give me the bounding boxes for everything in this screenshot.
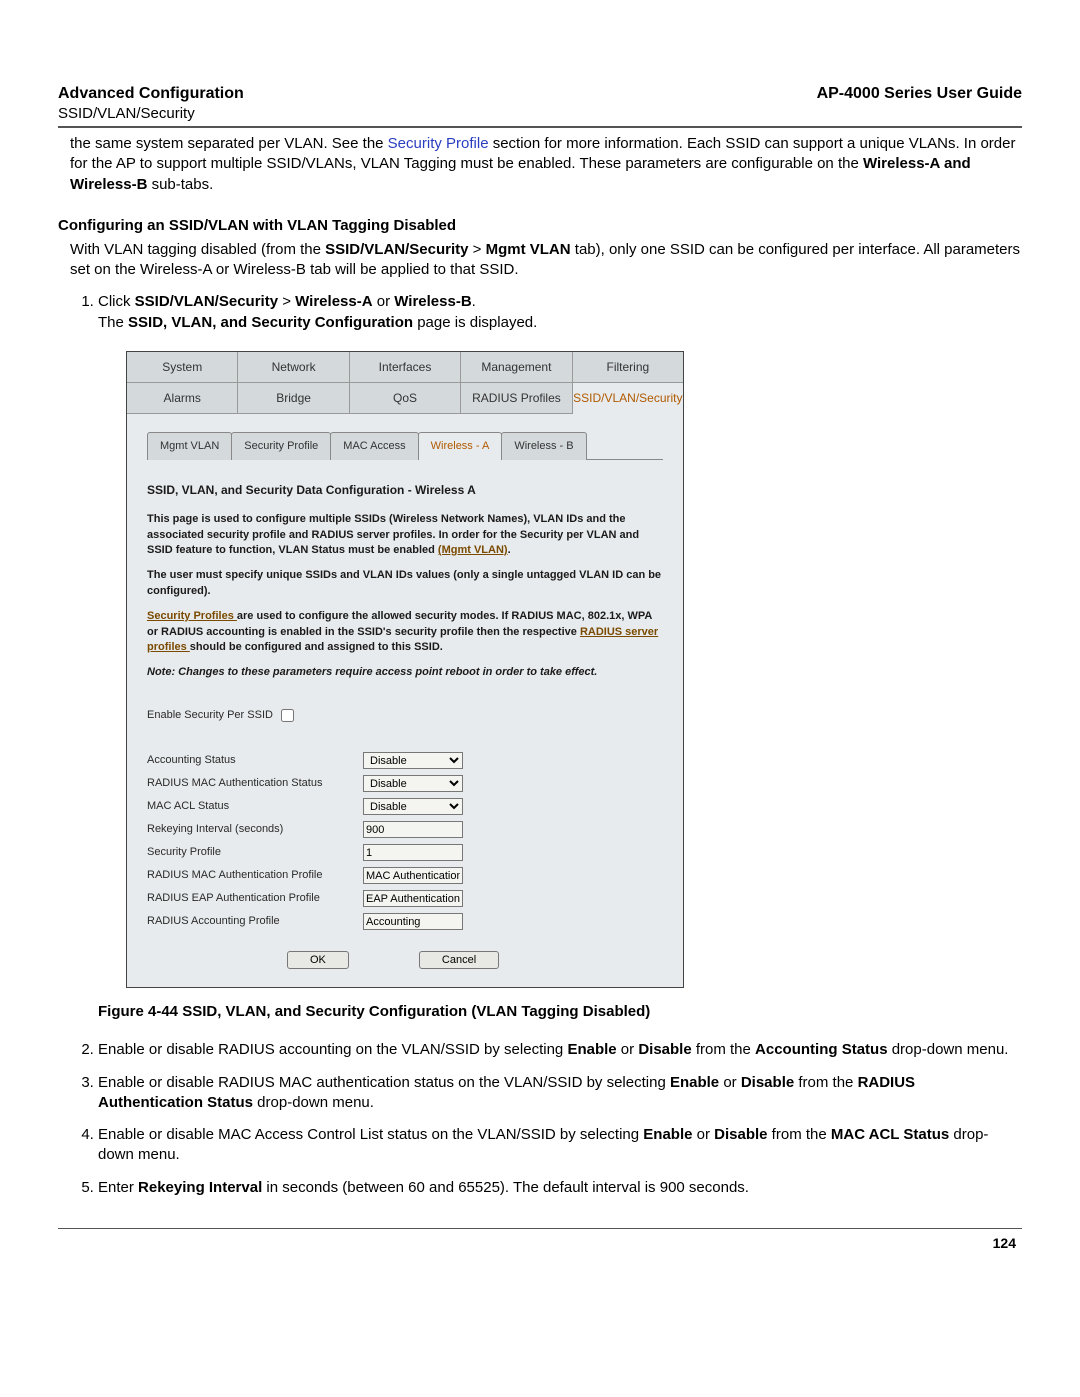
- tab-radius-profiles[interactable]: RADIUS Profiles: [461, 383, 572, 414]
- radius-eap-auth-profile-label: RADIUS EAP Authentication Profile: [147, 887, 363, 910]
- header-right: AP-4000 Series User Guide: [817, 85, 1022, 103]
- settings-table: Accounting Status Disable RADIUS MAC Aut…: [147, 749, 469, 933]
- section-heading: Configuring an SSID/VLAN with VLAN Taggi…: [58, 217, 1022, 234]
- panel-title: SSID, VLAN, and Security Data Configurat…: [147, 482, 663, 498]
- radius-accounting-profile-input[interactable]: [363, 913, 463, 930]
- subtab-wireless-a[interactable]: Wireless - A: [418, 432, 503, 460]
- cancel-button[interactable]: Cancel: [419, 951, 499, 969]
- security-profiles-link[interactable]: Security Profiles: [147, 610, 237, 622]
- radius-mac-auth-profile-label: RADIUS MAC Authentication Profile: [147, 864, 363, 887]
- tab-alarms[interactable]: Alarms: [127, 383, 238, 414]
- radius-eap-auth-profile-input[interactable]: [363, 890, 463, 907]
- header-rule: [58, 126, 1022, 128]
- accounting-status-label: Accounting Status: [147, 749, 363, 772]
- tab-system[interactable]: System: [127, 352, 238, 383]
- tab-qos[interactable]: QoS: [350, 383, 461, 414]
- subtab-security-profile[interactable]: Security Profile: [231, 432, 331, 460]
- security-profile-label: Security Profile: [147, 841, 363, 864]
- radius-mac-auth-profile-input[interactable]: [363, 867, 463, 884]
- section-paragraph: With VLAN tagging disabled (from the SSI…: [70, 240, 1022, 281]
- rekeying-interval-input[interactable]: [363, 821, 463, 838]
- tab-interfaces[interactable]: Interfaces: [350, 352, 461, 383]
- step-5: Enter Rekeying Interval in seconds (betw…: [98, 1178, 1022, 1198]
- page-number: 124: [58, 1235, 1022, 1251]
- subtab-wireless-b[interactable]: Wireless - B: [501, 432, 586, 460]
- figure-caption: Figure 4-44 SSID, VLAN, and Security Con…: [98, 1002, 1022, 1022]
- enable-security-checkbox[interactable]: [281, 709, 294, 722]
- radius-mac-auth-status-select[interactable]: Disable: [363, 775, 463, 792]
- sub-tabs: Mgmt VLAN Security Profile MAC Access Wi…: [147, 432, 663, 460]
- mac-acl-status-select[interactable]: Disable: [363, 798, 463, 815]
- radius-mac-auth-status-label: RADIUS MAC Authentication Status: [147, 772, 363, 795]
- step-1: Click SSID/VLAN/Security > Wireless-A or…: [98, 292, 1022, 1022]
- panel-note: Note: Changes to these parameters requir…: [147, 665, 663, 680]
- accounting-status-select[interactable]: Disable: [363, 752, 463, 769]
- step-2: Enable or disable RADIUS accounting on t…: [98, 1040, 1022, 1060]
- lower-tabs: Alarms Bridge QoS RADIUS Profiles SSID/V…: [127, 383, 683, 414]
- panel-para3: Security Profiles are used to configure …: [147, 609, 663, 655]
- tab-bridge[interactable]: Bridge: [238, 383, 349, 414]
- screenshot-panel: System Network Interfaces Management Fil…: [126, 351, 684, 988]
- tab-filtering[interactable]: Filtering: [573, 352, 683, 383]
- security-profile-input[interactable]: [363, 844, 463, 861]
- header-left: Advanced Configuration: [58, 85, 244, 103]
- mgmt-vlan-link[interactable]: (Mgmt VLAN): [438, 544, 508, 556]
- subtab-mac-access[interactable]: MAC Access: [330, 432, 418, 460]
- panel-para2: The user must specify unique SSIDs and V…: [147, 568, 663, 599]
- ok-button[interactable]: OK: [287, 951, 349, 969]
- step-4: Enable or disable MAC Access Control Lis…: [98, 1125, 1022, 1166]
- panel-para1: This page is used to configure multiple …: [147, 512, 663, 558]
- intro-paragraph: the same system separated per VLAN. See …: [70, 134, 1022, 195]
- tab-management[interactable]: Management: [461, 352, 572, 383]
- subtab-mgmt-vlan[interactable]: Mgmt VLAN: [147, 432, 232, 460]
- footer-rule: [58, 1228, 1022, 1229]
- upper-tabs: System Network Interfaces Management Fil…: [127, 352, 683, 383]
- security-profile-link[interactable]: Security Profile: [388, 135, 489, 152]
- step-3: Enable or disable RADIUS MAC authenticat…: [98, 1073, 1022, 1114]
- rekeying-interval-label: Rekeying Interval (seconds): [147, 818, 363, 841]
- steps-list: Click SSID/VLAN/Security > Wireless-A or…: [70, 292, 1022, 1198]
- radius-accounting-profile-label: RADIUS Accounting Profile: [147, 910, 363, 933]
- enable-security-label: Enable Security Per SSID: [147, 708, 273, 723]
- tab-network[interactable]: Network: [238, 352, 349, 383]
- tab-ssid-vlan-security[interactable]: SSID/VLAN/Security: [573, 383, 683, 414]
- header-sub: SSID/VLAN/Security: [58, 105, 1022, 122]
- mac-acl-status-label: MAC ACL Status: [147, 795, 363, 818]
